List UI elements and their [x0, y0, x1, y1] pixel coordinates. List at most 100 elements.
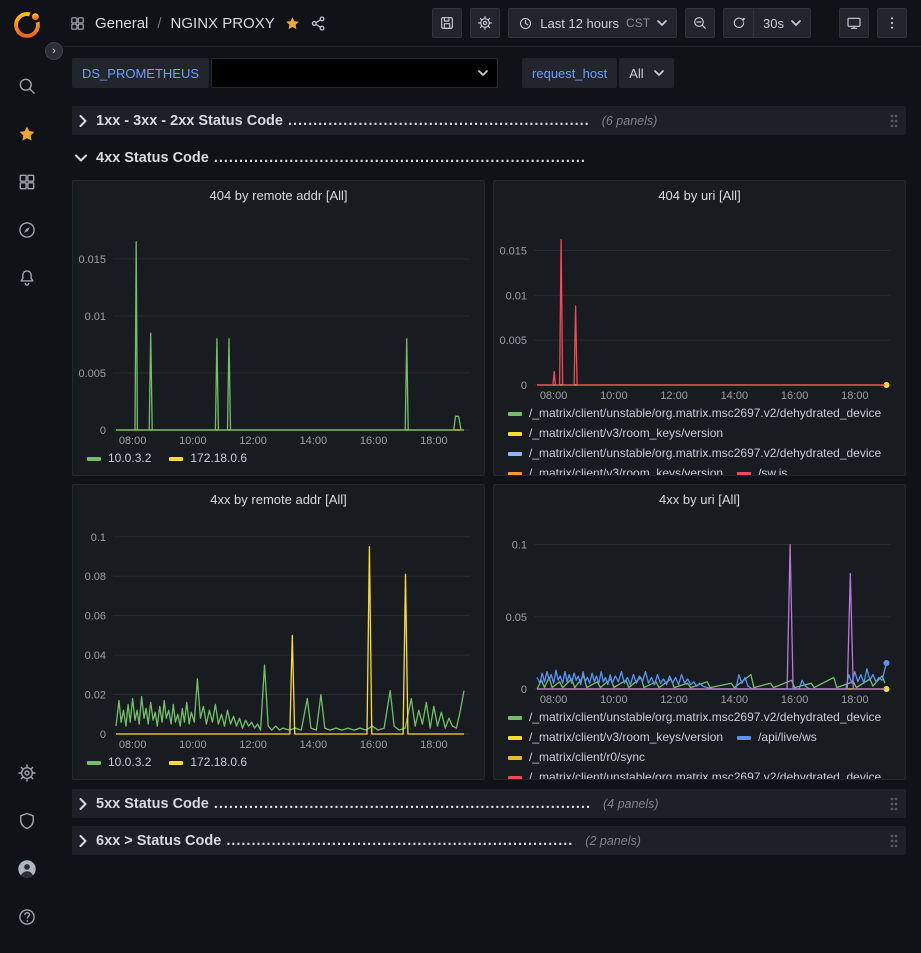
legend-marker — [508, 412, 522, 416]
svg-text:10:00: 10:00 — [600, 390, 628, 402]
svg-text:14:00: 14:00 — [300, 739, 328, 751]
request-host-select[interactable]: All — [619, 58, 673, 88]
svg-text:12:00: 12:00 — [660, 390, 688, 402]
sidebar-item-explore[interactable] — [7, 210, 47, 250]
legend-item[interactable]: 172.18.0.6 — [169, 450, 247, 467]
svg-text:0.005: 0.005 — [78, 368, 106, 380]
save-icon — [439, 15, 455, 31]
row-leader-dots: ........................................… — [214, 150, 586, 166]
svg-text:18:00: 18:00 — [841, 390, 869, 402]
svg-text:0: 0 — [100, 425, 106, 437]
breadcrumb-dashboard-title[interactable]: NGINX PROXY — [171, 15, 275, 32]
legend-item[interactable]: /_matrix/client/r0/sync — [508, 749, 645, 766]
panel-title[interactable]: 4xx by remote addr [All] — [73, 485, 484, 515]
dashboard-settings-button[interactable] — [470, 8, 500, 38]
save-dashboard-button[interactable] — [432, 8, 462, 38]
request-host-variable-label: request_host — [522, 58, 617, 88]
legend-item[interactable]: 172.18.0.6 — [169, 754, 247, 771]
refresh-button[interactable] — [723, 8, 753, 38]
row-title: 4xx Status Code — [96, 150, 209, 166]
timeseries-chart[interactable]: 00.0050.010.01508:0010:0012:0014:0016:00… — [494, 211, 905, 403]
legend-marker — [87, 457, 101, 461]
svg-text:0.015: 0.015 — [499, 245, 527, 257]
panel-title[interactable]: 404 by remote addr [All] — [73, 181, 484, 211]
legend-label: /_matrix/client/v3/room_keys/version — [529, 425, 723, 442]
sidebar-item-starred[interactable] — [7, 114, 47, 154]
svg-text:16:00: 16:00 — [781, 390, 809, 402]
legend-item[interactable]: /_matrix/client/unstable/org.matrix.msc2… — [508, 709, 881, 726]
legend-label: 10.0.3.2 — [108, 450, 151, 467]
svg-text:10:00: 10:00 — [600, 694, 628, 706]
row-panel-count: (6 panels) — [602, 114, 658, 128]
sidebar-item-help[interactable] — [7, 897, 47, 937]
drag-handle-icon[interactable] — [889, 796, 899, 812]
sidebar-item-configuration[interactable] — [7, 753, 47, 793]
legend-label: /_matrix/client/unstable/org.matrix.msc2… — [529, 445, 881, 462]
timeseries-chart[interactable]: 00.0050.010.01508:0010:0012:0014:0016:00… — [73, 211, 484, 448]
time-range-picker[interactable]: Last 12 hours CST — [508, 8, 677, 38]
datasource-select[interactable] — [211, 58, 498, 88]
legend-item[interactable]: 10.0.3.2 — [87, 754, 151, 771]
timeseries-chart[interactable]: 00.050.108:0010:0012:0014:0016:0018:00 — [494, 515, 905, 707]
panel-4xx-by-remote-addr: 4xx by remote addr [All] 00.020.040.060.… — [72, 484, 485, 780]
legend-item[interactable]: /_matrix/client/unstable/org.matrix.msc2… — [508, 405, 881, 422]
timeseries-chart[interactable]: 00.020.040.060.080.108:0010:0012:0014:00… — [73, 515, 484, 752]
sidebar-expand-chevron[interactable]: › — [45, 42, 63, 60]
svg-text:14:00: 14:00 — [721, 694, 749, 706]
drag-handle-icon[interactable] — [889, 113, 899, 129]
svg-text:08:00: 08:00 — [119, 435, 147, 447]
svg-text:18:00: 18:00 — [841, 694, 869, 706]
legend-label: /api/live/ws — [758, 729, 817, 746]
row-header-5xx[interactable]: 5xx Status Code ........................… — [72, 789, 906, 818]
more-menu-button[interactable] — [877, 8, 907, 38]
refresh-interval-picker[interactable]: 30s — [753, 8, 811, 38]
sidebar-item-alerting[interactable] — [7, 258, 47, 298]
star-icon — [17, 124, 37, 144]
breadcrumb-folder[interactable]: General — [95, 15, 148, 32]
panel-title[interactable]: 4xx by uri [All] — [494, 485, 905, 515]
chart-legend: /_matrix/client/unstable/org.matrix.msc2… — [494, 707, 905, 779]
legend-item[interactable]: /_matrix/client/v3/room_keys/version — [508, 729, 723, 746]
row-header-1xx-3xx-2xx[interactable]: 1xx - 3xx - 2xx Status Code ............… — [72, 106, 906, 135]
gear-icon — [477, 15, 493, 31]
time-zone-label: CST — [626, 16, 650, 30]
bell-icon — [17, 268, 37, 288]
kebab-menu-icon — [884, 15, 900, 31]
legend-marker — [508, 756, 522, 760]
search-button[interactable] — [7, 66, 47, 106]
legend-label: /_matrix/client/unstable/org.matrix.msc2… — [529, 405, 881, 422]
svg-text:18:00: 18:00 — [420, 435, 448, 447]
legend-marker — [87, 761, 101, 765]
sidebar-item-dashboards[interactable] — [7, 162, 47, 202]
chart-canvas: 00.0050.010.01508:0010:0012:0014:0016:00… — [73, 211, 484, 448]
panel-title[interactable]: 404 by uri [All] — [494, 181, 905, 211]
legend-marker — [508, 716, 522, 720]
legend-item[interactable]: /sw.js — [737, 465, 787, 475]
drag-handle-icon[interactable] — [889, 833, 899, 849]
row-header-4xx[interactable]: 4xx Status Code ........................… — [72, 143, 906, 172]
chevron-right-icon — [79, 835, 87, 847]
sidebar-item-server-admin[interactable] — [7, 801, 47, 841]
legend-marker — [737, 472, 751, 476]
datasource-variable-label: DS_PROMETHEUS — [72, 58, 209, 88]
chart-legend: 10.0.3.2 172.18.0.6 — [73, 752, 484, 779]
legend-item[interactable]: /_matrix/client/unstable/org.matrix.msc2… — [508, 769, 881, 779]
svg-text:0.02: 0.02 — [85, 690, 106, 702]
legend-label: 172.18.0.6 — [190, 754, 247, 771]
row-header-6xx[interactable]: 6xx > Status Code ......................… — [72, 826, 906, 855]
zoom-out-button[interactable] — [685, 8, 715, 38]
navbar-actions: Last 12 hours CST — [432, 8, 907, 38]
sidebar-item-profile[interactable] — [7, 849, 47, 889]
legend-item[interactable]: /api/live/ws — [737, 729, 817, 746]
legend-item[interactable]: /_matrix/client/v3/room_keys/version — [508, 465, 723, 475]
share-icon[interactable] — [310, 15, 327, 32]
legend-item[interactable]: /_matrix/client/v3/room_keys/version — [508, 425, 723, 442]
panel-grid: 404 by remote addr [All] 00.0050.010.015… — [72, 180, 906, 780]
grafana-logo[interactable] — [12, 10, 42, 40]
legend-item[interactable]: /_matrix/client/unstable/org.matrix.msc2… — [508, 445, 881, 462]
favorite-star-icon[interactable] — [284, 15, 301, 32]
search-icon — [17, 76, 37, 96]
legend-marker — [737, 736, 751, 740]
legend-item[interactable]: 10.0.3.2 — [87, 450, 151, 467]
kiosk-mode-button[interactable] — [839, 8, 869, 38]
